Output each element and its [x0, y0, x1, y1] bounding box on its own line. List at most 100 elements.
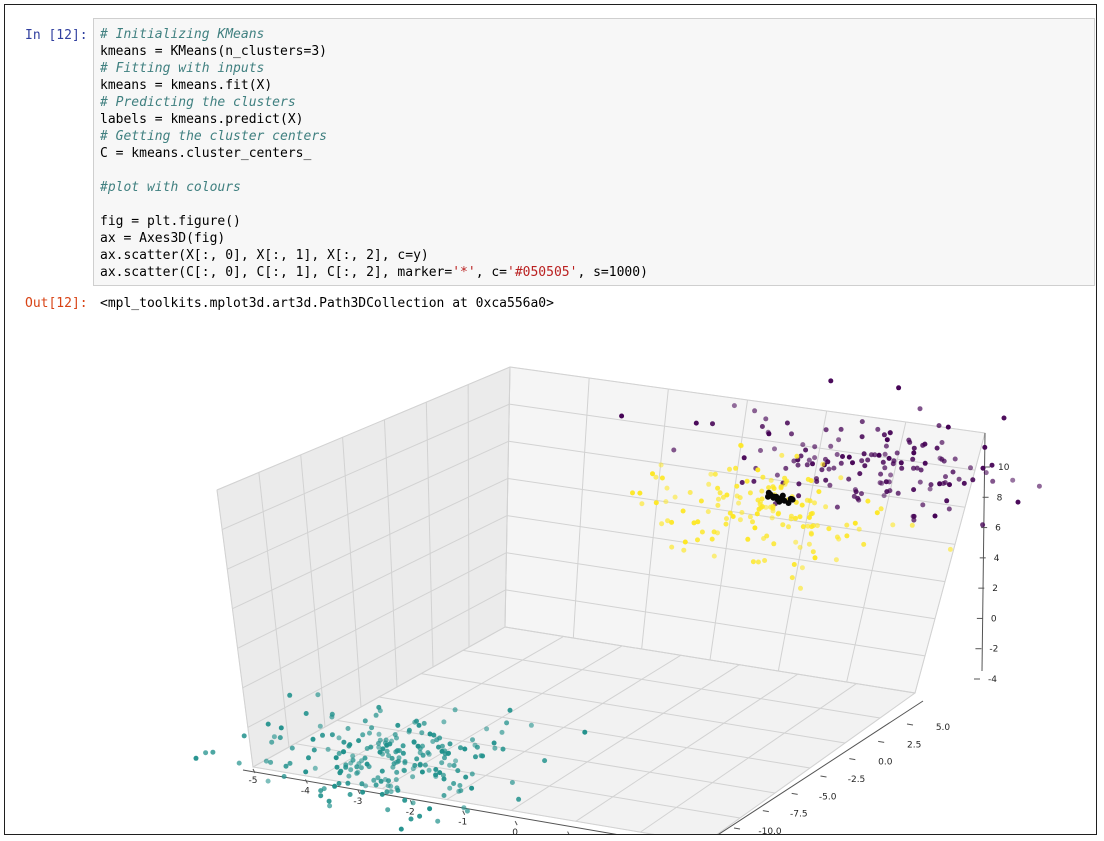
scatter-point	[856, 526, 862, 532]
scatter-point	[827, 482, 833, 488]
scatter-point	[458, 745, 463, 751]
scatter-point	[1001, 415, 1007, 421]
scatter-point	[433, 767, 439, 772]
scatter-point	[469, 785, 475, 791]
scatter-point	[358, 765, 364, 771]
scatter-point	[831, 465, 837, 471]
scatter-point	[724, 516, 729, 522]
scatter-point	[271, 734, 277, 740]
scatter-point	[791, 458, 797, 464]
scatter-point	[797, 544, 803, 550]
y-tick-mark	[820, 775, 827, 778]
scatter-point	[734, 483, 740, 489]
scatter-point	[452, 707, 458, 713]
scatter-point	[936, 423, 942, 429]
scatter-point	[782, 475, 788, 481]
scatter-point	[727, 466, 732, 472]
scatter-point	[336, 751, 342, 756]
code-editor[interactable]: # Initializing KMeans kmeans = KMeans(n_c…	[93, 18, 1095, 286]
scatter-point	[395, 758, 401, 764]
scatter-point	[500, 746, 506, 752]
scatter-point	[278, 725, 284, 731]
scatter-point	[463, 774, 469, 780]
scatter-point	[336, 781, 342, 786]
scatter-point	[343, 764, 349, 770]
scatter-point	[671, 447, 677, 453]
scatter-point	[838, 475, 844, 481]
scatter-point	[318, 793, 324, 799]
scatter-point	[420, 743, 425, 749]
scatter-point	[886, 455, 892, 461]
scatter-point	[1015, 499, 1021, 505]
scatter-point	[439, 760, 445, 766]
x-tick-label: -2	[406, 807, 415, 817]
scatter-point	[461, 805, 467, 811]
code-line: ax.scatter(X[:, 0], X[:, 1], X[:, 2], c=…	[100, 248, 429, 263]
scatter-point	[859, 419, 865, 425]
scatter-point	[859, 458, 865, 464]
scatter-point	[410, 800, 416, 806]
scatter-point	[421, 720, 427, 726]
scatter-point	[426, 767, 432, 773]
scatter-point	[882, 451, 888, 457]
scatter-point	[392, 732, 398, 738]
scatter-point	[441, 793, 447, 798]
scatter-point	[402, 759, 408, 764]
scatter-point	[414, 718, 419, 724]
scatter-point	[765, 429, 771, 435]
scatter-point	[336, 735, 342, 741]
scatter-point	[281, 774, 287, 779]
scatter-point	[880, 459, 886, 465]
notebook-cell: In [12]: # Initializing KMeans kmeans = K…	[4, 4, 1097, 835]
scatter-point	[691, 520, 697, 526]
scatter-point	[909, 522, 915, 528]
scatter-point	[437, 735, 443, 741]
scatter-point	[763, 416, 769, 422]
scatter-point	[346, 773, 352, 779]
scatter-point	[899, 465, 905, 471]
scatter-point	[499, 729, 505, 735]
scatter-point	[755, 467, 761, 473]
scatter-point	[982, 444, 988, 450]
scatter-point	[980, 465, 986, 471]
scatter-point	[410, 774, 416, 780]
scatter-point	[823, 477, 829, 483]
scatter-point	[896, 385, 902, 391]
scatter-point	[453, 758, 459, 764]
x-tick-mark	[514, 820, 518, 826]
scatter-point	[737, 517, 743, 523]
scatter-point	[334, 764, 340, 770]
scatter-point	[637, 490, 643, 496]
scatter-point	[844, 533, 850, 539]
scatter-point	[329, 732, 335, 738]
scatter-point	[968, 465, 973, 471]
scatter-point	[874, 510, 880, 516]
code-text[interactable]: # Initializing KMeans kmeans = KMeans(n_c…	[100, 26, 648, 281]
scatter-point	[329, 711, 335, 717]
scatter-point	[812, 455, 818, 461]
y-tick-mark	[762, 810, 769, 813]
scatter-point	[876, 452, 882, 458]
scatter-point	[934, 445, 940, 451]
scatter-point	[838, 460, 844, 466]
scatter-point	[720, 494, 726, 500]
scatter-point	[723, 521, 729, 527]
scatter-3d-plot[interactable]: -5-4-3-2-10125.02.50.0-2.5-5.0-7.5-10.01…	[5, 335, 1097, 835]
scatter-point	[1036, 483, 1042, 489]
scatter-point	[796, 493, 802, 499]
scatter-point	[771, 486, 777, 491]
scatter-point	[388, 789, 394, 795]
scatter-point	[680, 508, 686, 514]
scatter-point	[303, 769, 309, 775]
scatter-point	[658, 462, 664, 468]
cluster-center-marker	[765, 493, 771, 500]
scatter-point	[980, 522, 986, 528]
code-line: C = kmeans.cluster_centers_	[100, 146, 312, 161]
y-tick-mark	[849, 758, 856, 761]
scatter-point	[368, 744, 374, 750]
scatter-point	[812, 444, 818, 450]
scatter-point	[784, 420, 790, 426]
scatter-point	[810, 523, 816, 529]
scatter-point	[442, 751, 448, 757]
